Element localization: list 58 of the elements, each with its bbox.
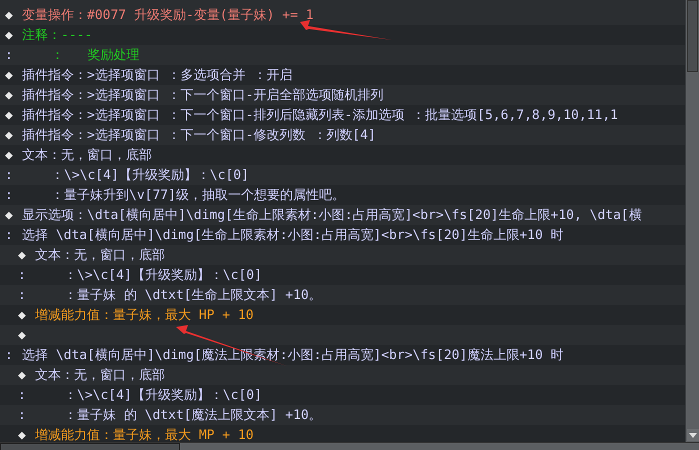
command-text: 变量操作：#0077 升级奖励-变量(量子妹) += 1 — [22, 7, 314, 24]
list-row[interactable]: ◆ 插件指令：>选择项窗口 ：下一个窗口-修改列数 ：列数[4] — [0, 125, 685, 145]
list-row[interactable]: : ：\>\c[4]【升级奖励】：\c[0] — [0, 165, 685, 185]
command-marker: : — [18, 408, 27, 422]
command-text: 注释：---- — [22, 27, 92, 44]
command-text: 增减能力值：量子妹，最大 MP + 10 — [35, 427, 254, 442]
scroll-down-icon[interactable] — [687, 429, 699, 441]
command-marker: : — [18, 268, 27, 282]
list-row[interactable]: ◆ 变量操作：#0077 升级奖励-变量(量子妹) += 1 — [0, 5, 685, 25]
command-marker: : — [5, 48, 14, 62]
command-text: 文本：无，窗口，底部 — [35, 247, 165, 264]
list-row[interactable]: : ： 奖励处理 — [0, 45, 685, 65]
scrollbar-thumb[interactable] — [0, 443, 180, 450]
command-marker: ◆ — [5, 28, 14, 42]
list-row[interactable]: ◆ 文本：无，窗口，底部 — [0, 365, 685, 385]
scrollbar-thumb[interactable] — [687, 0, 698, 72]
command-marker: : — [5, 228, 14, 242]
list-row[interactable]: ◆ 插件指令：>选择项窗口 ：下一个窗口-开启全部选项随机排列 — [0, 85, 685, 105]
command-marker: : — [5, 188, 14, 202]
command-text: 显示选项：\dta[横向居中]\dimg[生命上限素材:小图:占用高宽]<br>\fs[20]生命上限+10, \dta[横 — [22, 207, 642, 224]
command-marker: ◆ — [5, 108, 14, 122]
command-text: 文本：无，窗口，底部 — [35, 367, 165, 384]
command-marker: : — [5, 348, 14, 362]
list-row[interactable]: : ：量子妹 的 \dtxt[生命上限文本] +10。 — [0, 285, 685, 305]
command-text: 文本：无，窗口，底部 — [22, 147, 152, 164]
command-text: 插件指令：>选择项窗口 ：下一个窗口-修改列数 ：列数[4] — [22, 127, 376, 144]
command-marker: ◆ — [5, 8, 14, 22]
command-marker: ◆ — [5, 208, 14, 222]
command-marker: ◆ — [5, 68, 14, 82]
list-row[interactable]: : ：量子妹 的 \dtxt[魔法上限文本] +10。 — [0, 405, 685, 425]
command-marker: ◆ — [18, 248, 27, 262]
list-row[interactable]: ◆ 文本：无，窗口，底部 — [0, 245, 685, 265]
command-text: ：量子妹升到\v[77]级，抽取一个想要的属性吧。 — [50, 187, 345, 204]
command-marker: ◆ — [18, 368, 27, 382]
command-text: ：量子妹 的 \dtxt[魔法上限文本] +10。 — [63, 407, 322, 424]
command-marker: ◆ — [18, 308, 27, 322]
command-text: 增减能力值：量子妹，最大 HP + 10 — [35, 307, 254, 324]
command-text: 插件指令：>选择项窗口 ：下一个窗口-排列后隐藏列表-添加选项 ：批量选项[5,6,7,8,9,10,11,1 — [22, 107, 618, 124]
command-marker: ◆ — [5, 88, 14, 102]
command-marker: ◆ — [5, 148, 14, 162]
command-text: 选择 \dta[横向居中]\dimg[生命上限素材:小图:占用高宽]<br>\fs[20]生命上限+10 时 — [22, 227, 564, 244]
command-text: 插件指令：>选择项窗口 ：多选项合并 ：开启 — [22, 67, 292, 84]
command-marker: ◆ — [18, 428, 27, 442]
command-text: ：\>\c[4]【升级奖励】：\c[0] — [63, 267, 262, 284]
command-marker: ◆ — [18, 328, 27, 342]
vertical-scrollbar[interactable] — [685, 0, 699, 442]
list-row[interactable]: ◆ 显示选项：\dta[横向居中]\dimg[生命上限素材:小图:占用高宽]<br>\fs[20]生命上限+10, \dta[横 — [0, 205, 685, 225]
command-text: 插件指令：>选择项窗口 ：下一个窗口-开启全部选项随机排列 — [22, 87, 384, 104]
command-text: ：\>\c[4]【升级奖励】：\c[0] — [63, 387, 262, 404]
command-text: ：\>\c[4]【升级奖励】：\c[0] — [50, 167, 249, 184]
command-text: ： 奖励处理 — [50, 47, 140, 64]
list-row[interactable]: ◆ — [0, 325, 685, 345]
command-marker: : — [5, 168, 14, 182]
command-text: ：量子妹 的 \dtxt[生命上限文本] +10。 — [63, 287, 322, 304]
command-marker: : — [18, 288, 27, 302]
horizontal-scrollbar[interactable] — [0, 442, 699, 450]
command-marker: ◆ — [5, 128, 14, 142]
command-marker: : — [18, 388, 27, 402]
